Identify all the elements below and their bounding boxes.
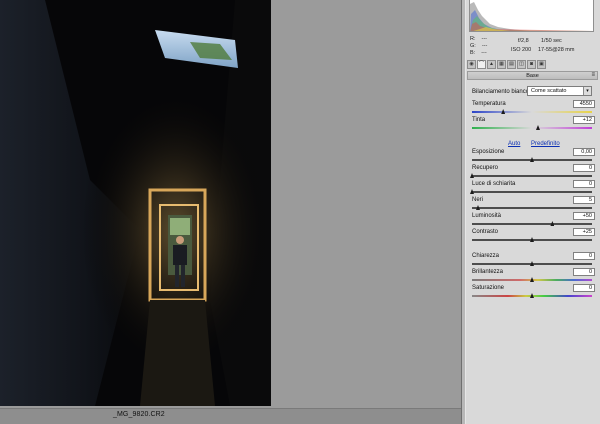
slider-value-input[interactable]: +12 xyxy=(573,116,595,124)
camera-raw-window: _MG_9820.CR2 R: --- G: --- B: --- f/2,8 1/5… xyxy=(0,0,600,424)
slider-label: Recupero xyxy=(472,165,499,171)
slider-value-input[interactable]: +25 xyxy=(573,228,595,236)
camera-icon: ◉ xyxy=(469,61,474,67)
white-balance-label: Bilanciamento bianco: xyxy=(472,89,531,95)
tab-curve-icon[interactable]: ⌒ xyxy=(477,60,486,69)
presets-icon: ▣ xyxy=(539,61,544,67)
slider-label: Tinta xyxy=(472,117,486,123)
r-readout: R: --- xyxy=(470,36,487,42)
panel-tabs: ◉ ⌒ ▲ ▦ ▤ ◫ ◙ ▣ xyxy=(467,60,598,70)
default-link[interactable]: Predefinito xyxy=(531,141,560,147)
shutter-readout: 1/50 sec xyxy=(541,38,562,44)
slider-label: Chiarezza xyxy=(472,253,500,259)
slider-label: Temperatura xyxy=(472,101,506,107)
image-preview-area[interactable] xyxy=(0,0,461,408)
tab-camera-calibration-icon[interactable]: ◙ xyxy=(527,60,536,69)
auto-link[interactable]: Auto xyxy=(508,141,520,147)
filename-label: _MG_9820.CR2 xyxy=(113,411,165,418)
slider-tinta: Tinta +12 xyxy=(466,116,600,134)
slider-value-input[interactable]: 0 xyxy=(573,164,595,172)
slider-track[interactable] xyxy=(472,111,592,113)
slider-label: Contrasto xyxy=(472,229,499,235)
b-readout: B: --- xyxy=(470,50,487,56)
iso-readout: ISO 200 xyxy=(511,47,532,53)
slider-track[interactable] xyxy=(472,191,592,193)
slider-value-input[interactable]: +50 xyxy=(573,212,595,220)
detail-icon: ▲ xyxy=(489,61,494,67)
slider-label: Luce di schiarita xyxy=(472,181,516,187)
slider-value-input[interactable]: 0 xyxy=(573,252,595,260)
tab-camera-icon[interactable]: ◉ xyxy=(467,60,476,69)
tab-detail-icon[interactable]: ▲ xyxy=(487,60,496,69)
camera-calibration-icon: ◙ xyxy=(529,61,534,67)
section-header: Base ≡ xyxy=(467,71,598,80)
hsl-icon: ▦ xyxy=(499,61,504,67)
slider-value-input[interactable]: 0 xyxy=(573,180,595,188)
slider-saturazione: Saturazione 0 xyxy=(466,284,600,302)
tab-presets-icon[interactable]: ▣ xyxy=(537,60,546,69)
slider-value-input[interactable]: 5 xyxy=(573,196,595,204)
slider-label: Brillantezza xyxy=(472,269,504,275)
section-title: Base xyxy=(526,73,539,79)
slider-contrasto: Contrasto +25 xyxy=(466,228,600,246)
slider-value-input[interactable]: 0 xyxy=(573,284,595,292)
g-readout: G: --- xyxy=(470,43,488,49)
slider-track[interactable] xyxy=(472,207,592,209)
white-balance-select[interactable]: Come scattato ▾ xyxy=(527,86,592,96)
lens-icon: ◫ xyxy=(519,61,524,67)
photo-preview xyxy=(0,0,271,406)
slider-track[interactable] xyxy=(472,127,592,129)
panel-menu-icon[interactable]: ≡ xyxy=(591,72,595,78)
slider-value-input[interactable]: 0 xyxy=(573,268,595,276)
chevron-down-icon: ▾ xyxy=(583,87,591,95)
slider-label: Luminosità xyxy=(472,213,502,219)
split-toning-icon: ▤ xyxy=(509,61,514,67)
pixel-readout: R: --- G: --- B: --- f/2,8 1/50 sec ISO 200… xyxy=(466,33,600,58)
tab-hsl-icon[interactable]: ▦ xyxy=(497,60,506,69)
lens-readout: 17-55@28 mm xyxy=(538,47,575,53)
slider-label: Esposizione xyxy=(472,149,505,155)
histogram xyxy=(469,0,594,32)
adjustments-panel: R: --- G: --- B: --- f/2,8 1/50 sec ISO 200… xyxy=(466,0,600,424)
corridor-photo xyxy=(0,0,271,406)
slider-value-input[interactable]: 0,00 xyxy=(573,148,595,156)
slider-label: Saturazione xyxy=(472,285,505,291)
tab-lens-icon[interactable]: ◫ xyxy=(517,60,526,69)
slider-track[interactable] xyxy=(472,175,592,177)
status-bar: _MG_9820.CR2 xyxy=(0,408,461,424)
tab-split-toning-icon[interactable]: ▤ xyxy=(507,60,516,69)
slider-track[interactable] xyxy=(472,223,592,225)
curve-icon: ⌒ xyxy=(478,61,484,67)
slider-label: Neri xyxy=(472,197,484,203)
aperture-readout: f/2,8 xyxy=(518,38,529,44)
slider-value-input[interactable]: 4550 xyxy=(573,100,595,108)
